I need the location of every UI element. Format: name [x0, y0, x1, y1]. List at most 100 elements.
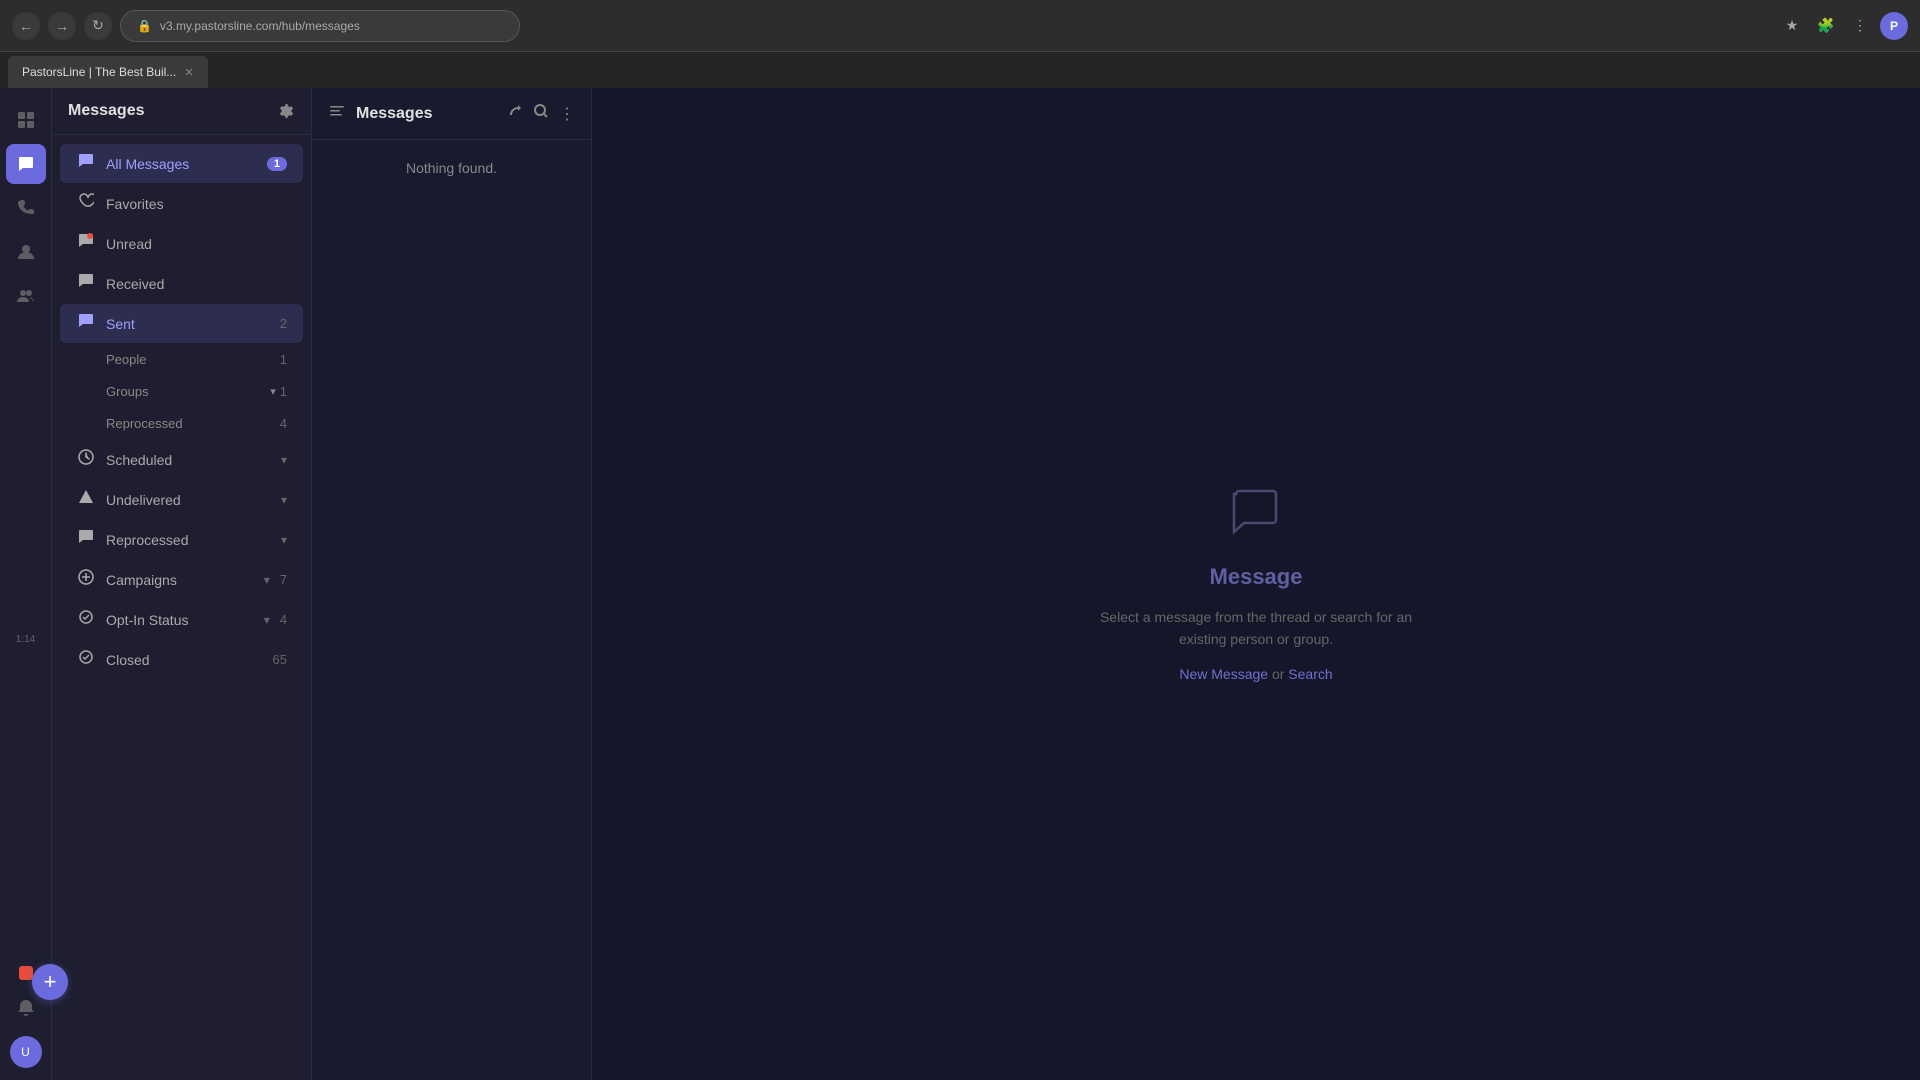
sidebar-item-favorites[interactable]: Favorites — [60, 184, 303, 223]
fab-icon: + — [44, 969, 57, 995]
sidebar-item-all-messages[interactable]: All Messages 1 — [60, 144, 303, 183]
sidebar-item-label: Sent — [106, 316, 270, 332]
refresh-button[interactable]: ↻ — [84, 12, 112, 40]
nav-phone-icon[interactable] — [6, 188, 46, 228]
more-options-icon[interactable]: ⋮ — [559, 104, 575, 124]
message-placeholder-icon — [1230, 486, 1282, 548]
sidebar-item-opt-in-status[interactable]: Opt-In Status ▾ 4 — [60, 600, 303, 639]
sub-label-reprocessed: Reprocessed — [106, 416, 280, 431]
placeholder-links: New Message or Search — [1179, 666, 1332, 682]
received-icon — [76, 273, 96, 294]
sidebar-nav: All Messages 1 Favorites — [52, 135, 311, 1080]
nav-messages-icon[interactable] — [6, 144, 46, 184]
url-text: v3.my.pastorsline.com/hub/messages — [160, 19, 360, 33]
nav-person-icon[interactable] — [6, 232, 46, 272]
sidebar: Messages All Messages 1 — [52, 88, 312, 1080]
sent-icon — [76, 313, 96, 334]
sidebar-item-scheduled[interactable]: Scheduled ▾ — [60, 440, 303, 479]
sidebar-item-label: Opt-In Status — [106, 612, 254, 628]
or-text: or — [1272, 666, 1284, 682]
app-container: 1:14 U Messages — [0, 88, 1920, 1080]
nav-group-icon[interactable] — [6, 276, 46, 316]
opt-in-count: 4 — [280, 612, 287, 627]
sidebar-title: Messages — [68, 102, 145, 120]
sidebar-subitem-people[interactable]: People 1 — [60, 344, 303, 375]
nav-time: 1:14 — [16, 634, 35, 645]
search-icon[interactable] — [533, 103, 549, 124]
address-bar[interactable]: 🔒 v3.my.pastorsline.com/hub/messages — [120, 10, 520, 42]
sidebar-header: Messages — [52, 88, 311, 135]
left-nav: 1:14 U — [0, 88, 52, 1080]
message-panel: Messages ⋮ Nothing found. — [312, 88, 592, 1080]
sidebar-item-label: Received — [106, 276, 287, 292]
sidebar-item-campaigns[interactable]: Campaigns ▾ 7 — [60, 560, 303, 599]
nav-status-dot — [19, 966, 33, 980]
undelivered-icon — [76, 489, 96, 510]
browser-chrome: ← → ↻ 🔒 v3.my.pastorsline.com/hub/messag… — [0, 0, 1920, 52]
sidebar-item-sent[interactable]: Sent 2 — [60, 304, 303, 343]
sidebar-subitem-reprocessed[interactable]: Reprocessed 4 — [60, 408, 303, 439]
panel-toggle-icon[interactable] — [328, 102, 346, 125]
forward-button[interactable]: → — [48, 12, 76, 40]
sidebar-item-label: Reprocessed — [106, 532, 271, 548]
sidebar-item-unread[interactable]: Unread — [60, 224, 303, 263]
opt-in-chevron-icon: ▾ — [264, 613, 270, 627]
sidebar-item-label: Closed — [106, 652, 263, 668]
scheduled-chevron-icon: ▾ — [281, 453, 287, 467]
sub-count-groups: 1 — [280, 384, 287, 399]
sent-count: 2 — [280, 316, 287, 331]
browser-tab[interactable]: PastorsLine | The Best Buil... ✕ — [8, 56, 208, 88]
sub-label-people: People — [106, 352, 280, 367]
placeholder-description: Select a message from the thread or sear… — [1100, 606, 1412, 651]
sidebar-item-undelivered[interactable]: Undelivered ▾ — [60, 480, 303, 519]
sidebar-item-label: Scheduled — [106, 452, 271, 468]
new-message-link[interactable]: New Message — [1179, 666, 1268, 682]
sidebar-item-label: Favorites — [106, 196, 287, 212]
back-button[interactable]: ← — [12, 12, 40, 40]
all-messages-icon — [76, 153, 96, 174]
sidebar-item-received[interactable]: Received — [60, 264, 303, 303]
browser-toolbar: ★ 🧩 ⋮ P — [1778, 12, 1908, 40]
sub-count-reprocessed: 4 — [280, 416, 287, 431]
nav-grid-icon[interactable] — [6, 100, 46, 140]
message-panel-header: Messages ⋮ — [312, 88, 591, 140]
all-messages-badge: 1 — [267, 157, 287, 171]
sidebar-subitem-groups[interactable]: Groups ▾ 1 — [60, 376, 303, 407]
favorites-icon — [76, 193, 96, 214]
main-content: Message Select a message from the thread… — [592, 88, 1920, 1080]
undelivered-chevron-icon: ▾ — [281, 493, 287, 507]
sidebar-item-reprocessed[interactable]: Reprocessed ▾ — [60, 520, 303, 559]
tab-close-button[interactable]: ✕ — [184, 66, 193, 79]
sidebar-item-label: All Messages — [106, 156, 257, 172]
closed-count: 65 — [273, 652, 287, 667]
placeholder-title: Message — [1210, 564, 1303, 590]
sidebar-item-label: Undelivered — [106, 492, 271, 508]
lock-icon: 🔒 — [137, 19, 152, 33]
sidebar-item-closed[interactable]: Closed 65 — [60, 640, 303, 679]
closed-icon — [76, 649, 96, 670]
campaigns-count: 7 — [280, 572, 287, 587]
groups-chevron-icon: ▾ — [270, 385, 276, 398]
campaigns-chevron-icon: ▾ — [264, 573, 270, 587]
fab-button[interactable]: + — [32, 964, 68, 1000]
sub-label-groups: Groups — [106, 384, 270, 399]
settings-icon[interactable]: ⋮ — [1846, 12, 1874, 40]
reprocessed-icon — [76, 529, 96, 550]
tab-bar: PastorsLine | The Best Buil... ✕ — [0, 52, 1920, 88]
bookmark-icon[interactable]: ★ — [1778, 12, 1806, 40]
nothing-found-text: Nothing found. — [312, 140, 591, 196]
settings-icon[interactable] — [277, 102, 295, 120]
scheduled-icon — [76, 449, 96, 470]
sub-count-people: 1 — [280, 352, 287, 367]
search-link[interactable]: Search — [1288, 666, 1332, 682]
sidebar-item-label: Unread — [106, 236, 287, 252]
panel-title: Messages — [356, 105, 495, 123]
share-icon[interactable] — [505, 102, 523, 125]
reprocessed-chevron-icon: ▾ — [281, 533, 287, 547]
browser-profile-avatar[interactable]: P — [1880, 12, 1908, 40]
nav-user-avatar[interactable]: U — [10, 1036, 42, 1068]
extensions-icon[interactable]: 🧩 — [1812, 12, 1840, 40]
sidebar-item-label: Campaigns — [106, 572, 254, 588]
sidebar-header-icons — [277, 102, 295, 120]
tab-label: PastorsLine | The Best Buil... — [22, 65, 176, 79]
